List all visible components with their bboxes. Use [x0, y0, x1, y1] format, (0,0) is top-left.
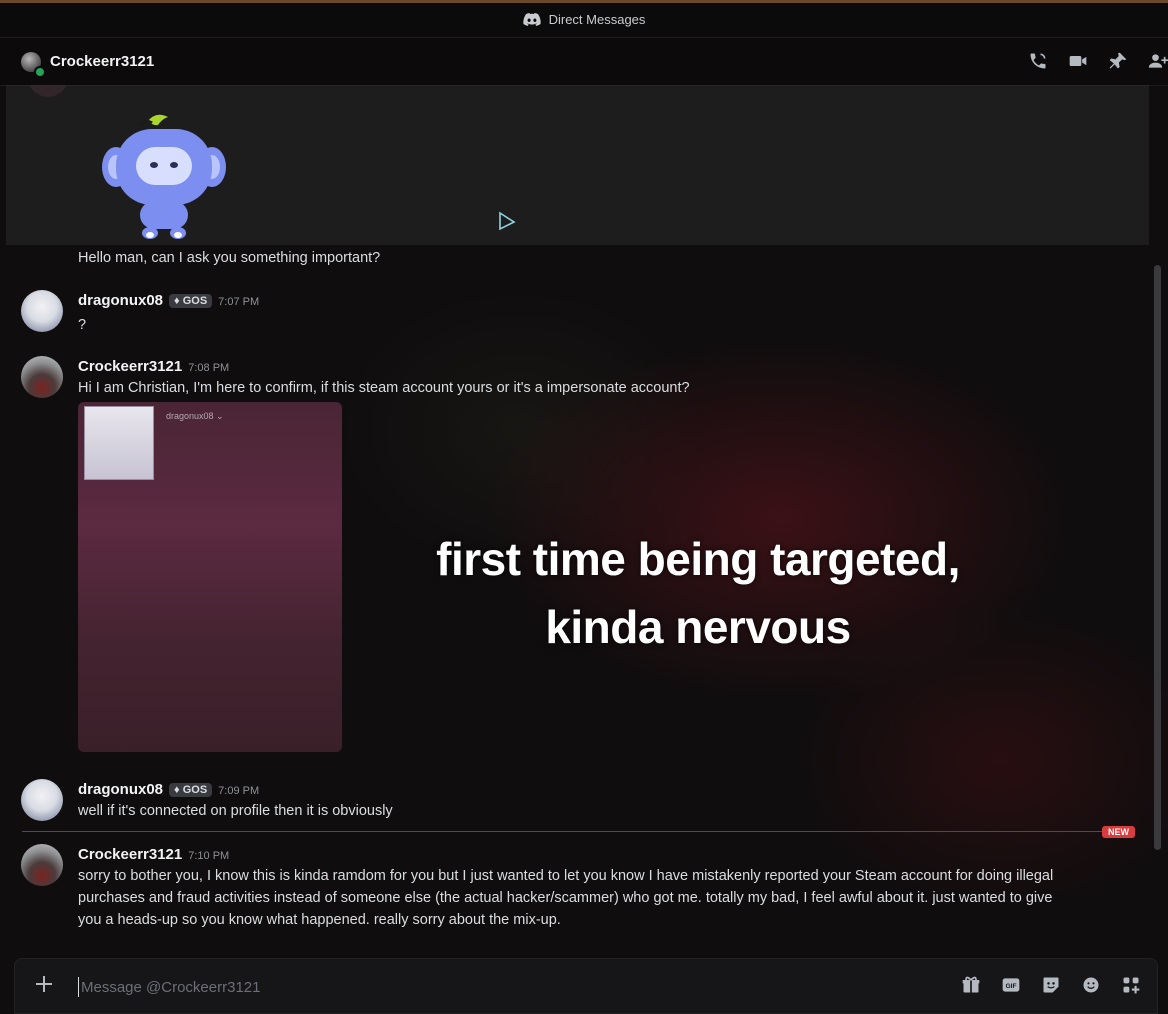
- message-text: well if it's connected on profile then i…: [78, 803, 393, 819]
- header-actions: [1028, 51, 1168, 71]
- emoji-icon[interactable]: [1081, 975, 1101, 995]
- cursor-icon: [499, 211, 516, 231]
- guild-tag-badge[interactable]: ♦ GOS: [169, 294, 213, 308]
- message-text: Hi I am Christian, I'm here to confirm, …: [78, 380, 690, 396]
- dm-recipient-name[interactable]: Crockeerr3121: [50, 53, 154, 70]
- phone-call-icon[interactable]: [1028, 51, 1048, 71]
- guild-tag-label: GOS: [182, 295, 208, 307]
- message-line: purchases and fraud activities instead o…: [78, 890, 1053, 906]
- gift-icon[interactable]: [961, 975, 981, 995]
- message-timestamp: 7:09 PM: [218, 785, 260, 797]
- message-line: you a heads-up so you know what happened…: [78, 912, 561, 928]
- avatar[interactable]: [21, 290, 63, 332]
- message-text: ?: [78, 317, 87, 333]
- pin-icon[interactable]: [1108, 51, 1128, 71]
- message-list[interactable]: Hello man, can I ask you something impor…: [0, 85, 1168, 950]
- avatar[interactable]: [21, 844, 63, 886]
- message-text: Hello man, can I ask you something impor…: [78, 250, 381, 266]
- add-friend-icon[interactable]: [1148, 51, 1168, 71]
- discord-logo-icon: [522, 13, 541, 26]
- scrollbar[interactable]: [1154, 265, 1161, 850]
- video-call-icon[interactable]: [1068, 51, 1088, 71]
- composer-actions: GIF: [961, 975, 1141, 995]
- title-bar: Direct Messages: [0, 3, 1168, 36]
- message-input[interactable]: [79, 967, 943, 1007]
- message-timestamp: 7:08 PM: [188, 362, 230, 374]
- svg-text:GIF: GIF: [1005, 983, 1016, 990]
- message-username[interactable]: Crockeerr3121: [78, 846, 182, 863]
- avatar: [28, 85, 68, 97]
- message-username[interactable]: dragonux08: [78, 781, 163, 798]
- attachment-caption: dragonux08 ⌄: [166, 411, 224, 421]
- guild-tag-badge[interactable]: ♦ GOS: [169, 783, 213, 797]
- gif-icon[interactable]: GIF: [1001, 975, 1021, 995]
- new-badge: NEW: [1102, 826, 1135, 838]
- gem-icon: ♦: [174, 784, 183, 796]
- overlay-line-1: first time being targeted,: [436, 533, 960, 585]
- overlay-line-2: kinda nervous: [545, 601, 851, 653]
- message-line: sorry to bother you, I know this is kind…: [78, 868, 1054, 884]
- video-caption-overlay: first time being targeted, kinda nervous: [350, 525, 1046, 661]
- online-status-icon: [34, 66, 46, 78]
- dm-header: Crockeerr3121: [0, 37, 1168, 86]
- apps-icon[interactable]: [1121, 975, 1141, 995]
- message-username[interactable]: Crockeerr3121: [78, 358, 182, 375]
- plus-icon[interactable]: [33, 973, 55, 995]
- wumpus-sticker-icon[interactable]: [96, 107, 236, 242]
- new-messages-divider: [22, 831, 1134, 832]
- sticker-icon[interactable]: [1041, 975, 1061, 995]
- window-title: Direct Messages: [548, 12, 646, 27]
- message-timestamp: 7:10 PM: [188, 850, 230, 862]
- message-text: sorry to bother you, I know this is kind…: [78, 865, 1138, 931]
- profile-thumbnail: [84, 406, 154, 480]
- avatar[interactable]: [21, 356, 63, 398]
- avatar[interactable]: [21, 779, 63, 821]
- message-composer: GIF: [14, 958, 1158, 1014]
- guild-tag-label: GOS: [182, 784, 208, 796]
- message-username[interactable]: dragonux08: [78, 292, 163, 309]
- image-attachment[interactable]: dragonux08 ⌄: [78, 402, 342, 752]
- sticker-message: [6, 85, 1149, 245]
- message-timestamp: 7:07 PM: [218, 296, 260, 308]
- gem-icon: ♦: [174, 295, 183, 307]
